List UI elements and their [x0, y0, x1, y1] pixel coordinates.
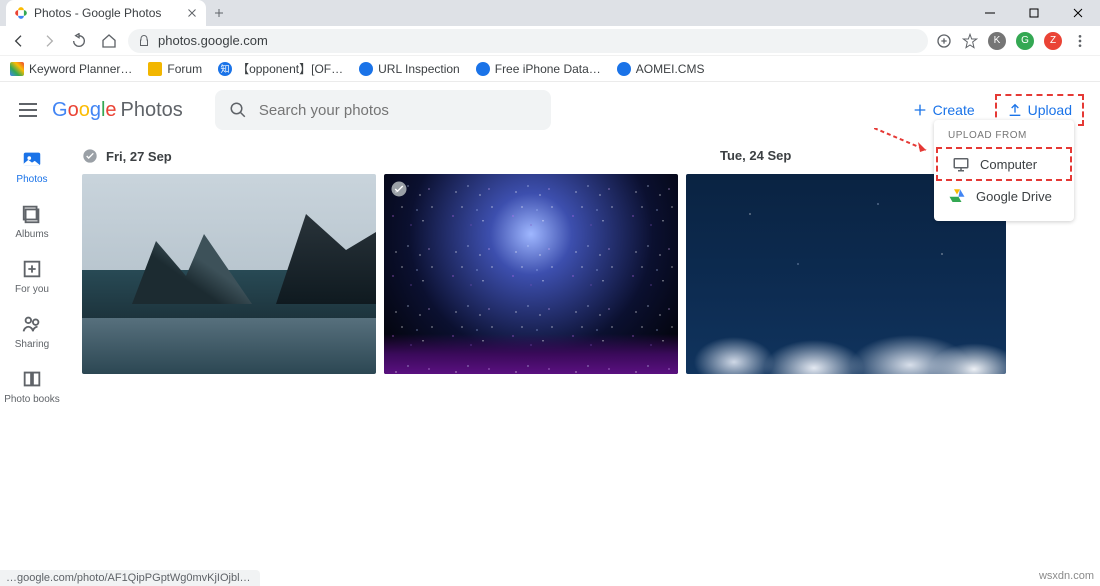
check-circle-icon[interactable] [390, 180, 408, 198]
bookmark-item[interactable]: 知【opponent】[OF… [218, 60, 343, 77]
nav-label: Albums [15, 229, 48, 240]
profile-avatar-2[interactable]: G [1016, 32, 1034, 50]
google-drive-icon [948, 187, 966, 205]
home-icon [101, 33, 117, 49]
nav-for-you[interactable]: For you [15, 258, 49, 295]
hamburger-menu-icon[interactable] [16, 98, 40, 122]
window-controls [968, 0, 1100, 26]
browser-titlebar: Photos - Google Photos [0, 0, 1100, 26]
photo-thumbnail[interactable] [82, 174, 376, 374]
nav-photos[interactable]: Photos [16, 148, 47, 185]
search-input[interactable] [259, 102, 537, 119]
bookmark-icon [10, 62, 24, 76]
arrow-right-icon [41, 33, 57, 49]
photos-icon [21, 148, 43, 170]
search-icon [229, 100, 247, 120]
upload-from-computer[interactable]: Computer [936, 147, 1072, 181]
upload-menu-header: UPLOAD FROM [934, 126, 1074, 147]
bookmark-label: AOMEI.CMS [636, 62, 705, 76]
bookmark-label: URL Inspection [378, 62, 460, 76]
bookmark-item[interactable]: Keyword Planner… [10, 62, 132, 76]
bookmark-label: Forum [167, 62, 202, 76]
product-name: Photos [121, 99, 183, 122]
upload-drive-label: Google Drive [976, 189, 1052, 204]
status-bar: …google.com/photo/AF1QipPGptWg0mvKjIOjbl… [0, 570, 260, 586]
for-you-icon [21, 258, 43, 280]
nav-label: Photo books [4, 394, 60, 405]
arrow-left-icon [11, 33, 27, 49]
new-tab-button[interactable] [206, 0, 232, 26]
upload-computer-label: Computer [980, 157, 1037, 172]
nav-label: For you [15, 284, 49, 295]
bookmark-icon: 知 [218, 62, 232, 76]
thumbnail-row [82, 174, 1082, 374]
kebab-menu-icon[interactable] [1072, 33, 1088, 49]
bookmark-item[interactable]: AOMEI.CMS [617, 62, 705, 76]
date-header-2[interactable]: Tue, 24 Sep [720, 148, 791, 163]
nav-label: Sharing [15, 339, 49, 350]
toolbar-right: K G Z [936, 32, 1092, 50]
add-to-tab-icon[interactable] [936, 33, 952, 49]
bookmarks-bar: Keyword Planner… Forum 知【opponent】[OF… U… [0, 56, 1100, 82]
maximize-button[interactable] [1012, 0, 1056, 26]
albums-icon [21, 203, 43, 225]
upload-label: Upload [1028, 102, 1072, 118]
forward-button[interactable] [38, 30, 60, 52]
close-icon [1073, 8, 1083, 18]
profile-avatar-1[interactable]: K [988, 32, 1006, 50]
upload-icon [1007, 102, 1023, 118]
nav-label: Photos [16, 174, 47, 185]
date-label: Fri, 27 Sep [106, 149, 172, 164]
address-bar[interactable]: photos.google.com [128, 29, 928, 53]
create-label: Create [933, 102, 975, 118]
annotation-arrow [874, 128, 934, 158]
bookmark-item[interactable]: Free iPhone Data… [476, 62, 601, 76]
bookmark-item[interactable]: URL Inspection [359, 62, 460, 76]
upload-menu: UPLOAD FROM Computer Google Drive [934, 120, 1074, 221]
nav-photo-books[interactable]: Photo books [4, 368, 60, 405]
profile-avatar-3[interactable]: Z [1044, 32, 1062, 50]
sharing-icon [21, 313, 43, 335]
lock-icon [138, 35, 150, 47]
bookmark-label: Keyword Planner… [29, 62, 132, 76]
bookmark-item[interactable]: Forum [148, 62, 202, 76]
google-photos-logo[interactable]: Google Photos [52, 99, 183, 122]
close-window-button[interactable] [1056, 0, 1100, 26]
bookmark-icon [617, 62, 631, 76]
minimize-button[interactable] [968, 0, 1012, 26]
reload-button[interactable] [68, 30, 90, 52]
browser-tab[interactable]: Photos - Google Photos [6, 0, 206, 26]
reload-icon [71, 33, 87, 49]
nav-sharing[interactable]: Sharing [15, 313, 49, 350]
close-tab-icon[interactable] [186, 7, 198, 19]
computer-icon [952, 155, 970, 173]
watermark: wsxdn.com [1039, 570, 1094, 582]
star-icon[interactable] [962, 33, 978, 49]
plus-icon [213, 7, 225, 19]
date-label: Tue, 24 Sep [720, 148, 791, 163]
plus-icon [912, 102, 928, 118]
back-button[interactable] [8, 30, 30, 52]
check-circle-icon[interactable] [82, 148, 98, 164]
photo-books-icon [21, 368, 43, 390]
search-box[interactable] [215, 90, 551, 130]
left-nav: Photos Albums For you Sharing Photo book… [0, 138, 64, 586]
home-button[interactable] [98, 30, 120, 52]
bookmark-icon [359, 62, 373, 76]
folder-icon [148, 62, 162, 76]
photo-thumbnail[interactable] [384, 174, 678, 374]
browser-toolbar: photos.google.com K G Z [0, 26, 1100, 56]
maximize-icon [1029, 8, 1039, 18]
bookmark-icon [476, 62, 490, 76]
tab-title: Photos - Google Photos [34, 6, 180, 20]
url-text: photos.google.com [158, 33, 268, 48]
bookmark-label: 【opponent】[OF… [237, 60, 343, 77]
google-photos-favicon [14, 6, 28, 20]
upload-from-drive[interactable]: Google Drive [934, 181, 1074, 211]
minimize-icon [985, 8, 995, 18]
nav-albums[interactable]: Albums [15, 203, 48, 240]
bookmark-label: Free iPhone Data… [495, 62, 601, 76]
